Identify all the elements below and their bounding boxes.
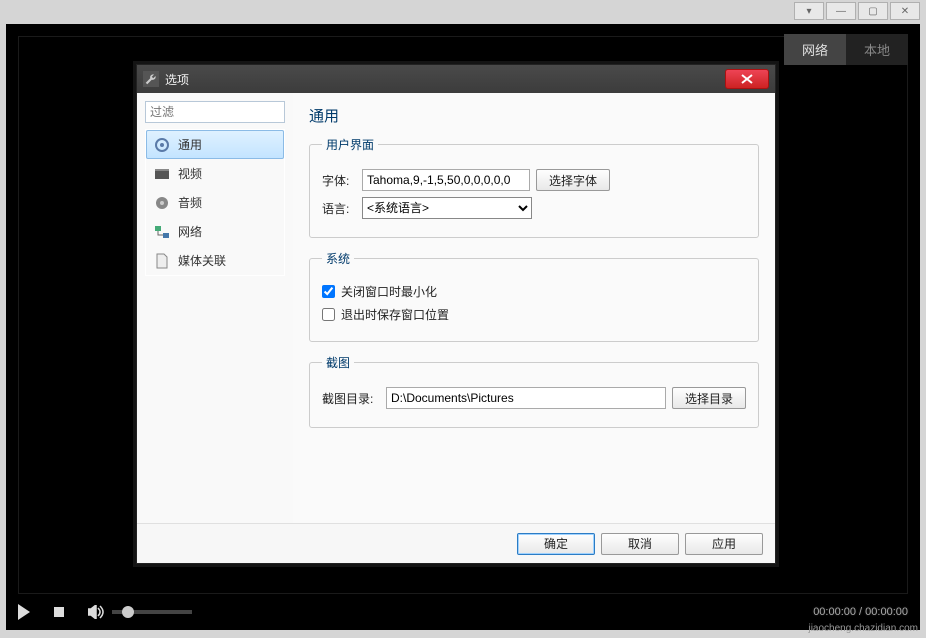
apply-button[interactable]: 应用 [685,533,763,555]
sidebar-item-label: 通用 [178,136,202,153]
tab-local[interactable]: 本地 [846,34,908,65]
wrench-icon [143,71,159,87]
group-system-legend: 系统 [322,250,354,267]
dialog-title: 选项 [165,71,189,88]
save-position-checkbox[interactable] [322,308,335,321]
lang-label: 语言: [322,200,356,217]
options-dialog: 选项 通用 视频 音频 [136,64,776,564]
play-icon[interactable] [18,604,30,620]
group-ui: 用户界面 字体: 选择字体 语言: <系统语言> [309,136,759,238]
titlebar[interactable]: 选项 [137,65,775,93]
screenshot-dir-label: 截图目录: [322,390,380,407]
gear-icon [154,137,170,153]
player-controls: 00:00:00 / 00:00:00 [6,594,920,630]
audio-icon [154,195,170,211]
top-tabs: 网络 本地 [784,34,908,65]
minimize-button[interactable]: ― [826,2,856,20]
group-screenshot-legend: 截图 [322,354,354,371]
font-label: 字体: [322,172,356,189]
sidebar: 通用 视频 音频 网络 媒体关联 [137,93,293,523]
close-icon [741,74,753,84]
stop-icon[interactable] [54,607,64,617]
choose-dir-button[interactable]: 选择目录 [672,387,746,409]
screenshot-dir-field[interactable] [386,387,666,409]
video-icon [154,166,170,182]
maximize-button[interactable]: ▢ [858,2,888,20]
volume-icon[interactable] [88,605,104,619]
minimize-on-close-checkbox[interactable] [322,285,335,298]
page-title: 通用 [309,105,759,126]
sidebar-item-association[interactable]: 媒体关联 [146,246,284,275]
tab-network[interactable]: 网络 [784,34,846,65]
group-system: 系统 关闭窗口时最小化 退出时保存窗口位置 [309,250,759,342]
sidebar-item-general[interactable]: 通用 [146,130,284,159]
sidebar-item-network[interactable]: 网络 [146,217,284,246]
sidebar-item-label: 网络 [178,223,202,240]
sidebar-item-label: 视频 [178,165,202,182]
font-field[interactable] [362,169,530,191]
group-ui-legend: 用户界面 [322,136,378,153]
window-controls: ▾ ― ▢ ✕ [794,2,920,20]
file-icon [154,253,170,269]
language-select[interactable]: <系统语言> [362,197,532,219]
save-position-label: 退出时保存窗口位置 [341,306,449,323]
sidebar-item-video[interactable]: 视频 [146,159,284,188]
dialog-close-button[interactable] [725,69,769,89]
pin-button[interactable]: ▾ [794,2,824,20]
volume-slider[interactable] [112,610,192,614]
filter-input[interactable] [145,101,285,123]
close-button[interactable]: ✕ [890,2,920,20]
group-screenshot: 截图 截图目录: 选择目录 [309,354,759,428]
choose-font-button[interactable]: 选择字体 [536,169,610,191]
ok-button[interactable]: 确定 [517,533,595,555]
cancel-button[interactable]: 取消 [601,533,679,555]
sidebar-item-label: 媒体关联 [178,252,226,269]
content-panel: 通用 用户界面 字体: 选择字体 语言: <系统语言> 系统 [293,93,775,523]
minimize-on-close-label: 关闭窗口时最小化 [341,283,437,300]
time-display: 00:00:00 / 00:00:00 [813,606,908,618]
dialog-footer: 确定 取消 应用 [137,523,775,563]
sidebar-item-audio[interactable]: 音频 [146,188,284,217]
sidebar-item-label: 音频 [178,194,202,211]
network-icon [154,224,170,240]
watermark: jiaocheng.chazidian.com [808,623,918,634]
